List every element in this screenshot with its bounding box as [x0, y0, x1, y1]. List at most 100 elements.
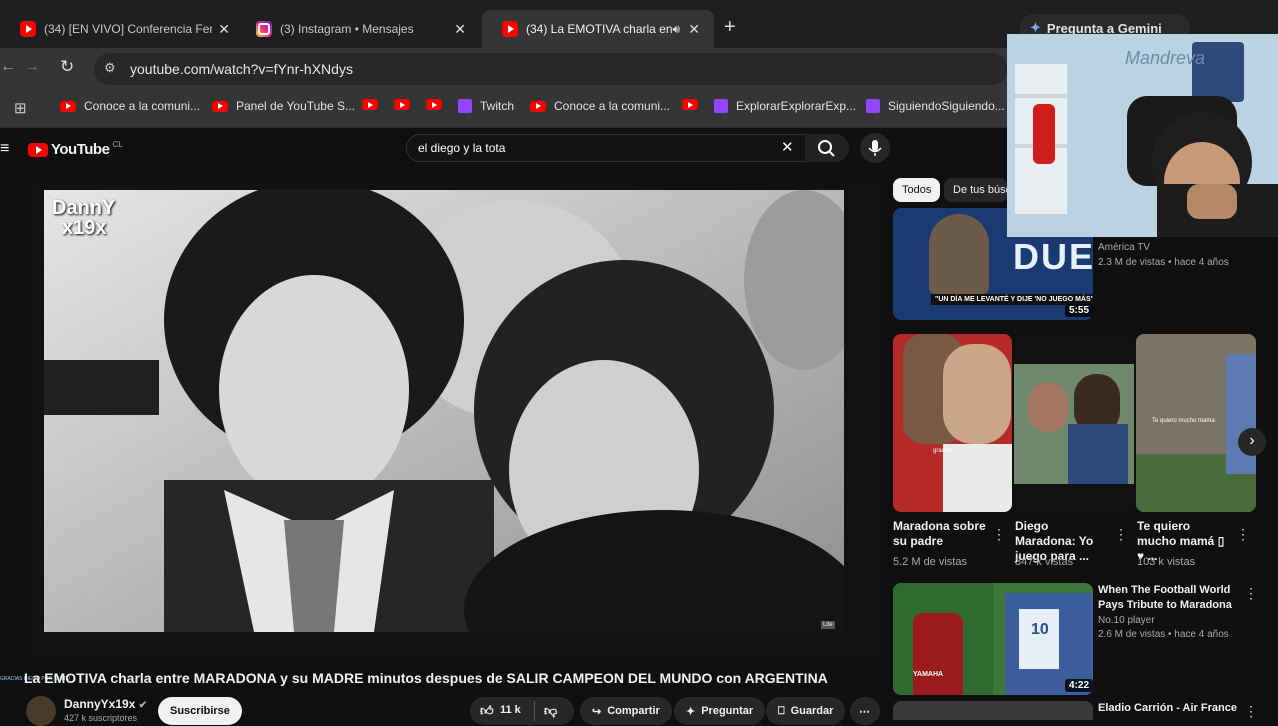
- share-icon: ↪: [592, 705, 602, 718]
- bookmark-item[interactable]: ExplorarExplorarExp...: [714, 99, 856, 113]
- like-dislike-group: 👍︎ 11 k 👎︎: [470, 697, 574, 725]
- bookmark-youtube-icon[interactable]: [362, 99, 386, 110]
- close-icon[interactable]: ✕: [454, 21, 466, 38]
- video-meta: 2.3 M de vistas • hace 4 años: [1098, 257, 1229, 268]
- search-input[interactable]: el diego y la tota ✕: [406, 134, 806, 162]
- subscribe-button[interactable]: Suscribirse: [158, 697, 242, 725]
- menu-icon[interactable]: ≡: [0, 140, 9, 158]
- corner-badge: Lite: [821, 621, 835, 629]
- sparkle-icon: ✦: [686, 705, 696, 718]
- more-icon: ⋯: [859, 705, 870, 718]
- video-title[interactable]: Eladio Carrión - Air France: [1098, 701, 1238, 716]
- like-count[interactable]: 11 k: [500, 704, 521, 716]
- bookmark-youtube-icon[interactable]: [426, 99, 450, 110]
- address-bar[interactable]: ⚙ youtube.com/watch?v=fYnr-hXNdys: [94, 53, 1008, 85]
- more-actions-button[interactable]: ⋯: [850, 697, 880, 725]
- bookmark-youtube-icon[interactable]: [682, 99, 706, 110]
- search-icon: [818, 140, 835, 157]
- close-icon[interactable]: ✕: [218, 21, 230, 38]
- clear-search-icon[interactable]: ✕: [781, 138, 794, 156]
- twitch-icon: [866, 99, 880, 113]
- search-button[interactable]: [805, 134, 849, 162]
- more-vert-icon[interactable]: ⋮: [1114, 526, 1128, 543]
- youtube-icon: [362, 99, 378, 110]
- youtube-icon: [28, 142, 48, 157]
- tab-conferencia[interactable]: (34) [EN VIVO] Conferencia Fern ✕: [0, 12, 244, 46]
- bookmark-item[interactable]: Conoce a la comuni...: [530, 99, 670, 113]
- youtube-icon: [212, 100, 228, 112]
- short-views: 5.2 M de vistas: [893, 556, 967, 568]
- forward-icon[interactable]: →: [24, 58, 40, 76]
- short-views: 347 k vistas: [1015, 556, 1074, 568]
- video-player[interactable]: DannY x19x Lite: [28, 180, 880, 658]
- ask-button[interactable]: ✦ Preguntar: [674, 697, 766, 725]
- apps-grid-icon[interactable]: ⊞: [14, 99, 27, 117]
- youtube-icon: [394, 99, 410, 110]
- youtube-icon: [426, 99, 442, 110]
- short-title[interactable]: Maradona sobre su padre: [893, 519, 989, 549]
- bookmark-item[interactable]: Panel de YouTube S...: [212, 99, 355, 113]
- save-button[interactable]: ⎕ Guardar: [766, 697, 846, 725]
- short-thumbnail[interactable]: [1014, 334, 1134, 512]
- video-thumbnail[interactable]: [893, 701, 1093, 720]
- tab-title: (34) La EMOTIVA charla entr: [526, 22, 672, 36]
- country-code: CL: [112, 140, 123, 149]
- video-title[interactable]: When The Football World Pays Tribute to …: [1098, 583, 1238, 613]
- next-arrow-icon[interactable]: ›: [1238, 428, 1266, 456]
- more-vert-icon[interactable]: ⋮: [1244, 703, 1258, 720]
- more-vert-icon[interactable]: ⋮: [1244, 585, 1258, 602]
- youtube-icon: [682, 99, 698, 110]
- more-vert-icon[interactable]: ⋮: [1236, 526, 1250, 543]
- video-channel[interactable]: América TV: [1098, 241, 1150, 255]
- divider: [534, 701, 535, 721]
- site-settings-icon[interactable]: ⚙: [104, 60, 116, 76]
- tab-emotiva[interactable]: (34) La EMOTIVA charla entr 🔊︎ ✕: [482, 10, 714, 48]
- youtube-icon: [60, 100, 76, 112]
- tab-title: (34) [EN VIVO] Conferencia Fern: [44, 22, 212, 36]
- new-tab-button[interactable]: +: [724, 16, 736, 39]
- chip-todos[interactable]: Todos: [893, 178, 941, 202]
- verified-icon: ✔: [138, 700, 148, 711]
- url-text: youtube.com/watch?v=fYnr-hXNdys: [130, 61, 353, 77]
- tab-title: (3) Instagram • Mensajes: [280, 22, 414, 36]
- video-duration: 4:22: [1065, 679, 1093, 692]
- video-channel[interactable]: No.10 player: [1098, 614, 1155, 628]
- channel-watermark: DannY x19x: [52, 197, 116, 239]
- bookmark-item[interactable]: SiguiendoSiguiendo...: [866, 99, 1005, 113]
- short-caption: Te quiero mucho mama: [1152, 418, 1215, 424]
- speaker-icon[interactable]: 🔊︎: [672, 22, 680, 37]
- youtube-logo[interactable]: YouTube CL: [28, 140, 123, 158]
- subscriber-count: 427 k suscriptores: [64, 713, 138, 723]
- bookmark-item[interactable]: Conoce a la comuni...: [60, 99, 200, 113]
- short-thumbnail[interactable]: Te quiero mucho mama: [1136, 334, 1256, 512]
- chip-de-tus-busquedas[interactable]: De tus búsq: [944, 178, 1008, 202]
- video-thumbnail[interactable]: YAMAHA 10 4:22: [893, 583, 1093, 695]
- webcam-overlay: Mandreva: [1007, 34, 1278, 237]
- tab-instagram[interactable]: (3) Instagram • Mensajes ✕: [236, 12, 480, 46]
- twitch-icon: [458, 99, 472, 113]
- search-query: el diego y la tota: [418, 141, 506, 155]
- channel-name[interactable]: DannyYx19x ✔: [64, 697, 147, 711]
- youtube-icon: [20, 21, 36, 37]
- close-icon[interactable]: ✕: [688, 21, 700, 38]
- short-caption: gracias: [933, 448, 953, 454]
- share-button[interactable]: ↪ Compartir: [580, 697, 672, 725]
- voice-search-button[interactable]: [860, 133, 890, 163]
- bookmark-youtube-icon[interactable]: [394, 99, 418, 110]
- jersey-text: YAMAHA: [913, 671, 944, 678]
- short-views: 103 k vistas: [1137, 556, 1196, 568]
- video-title: La EMOTIVA charla entre MARADONA y su MA…: [24, 670, 828, 686]
- channel-avatar[interactable]: [26, 696, 56, 726]
- short-thumbnail[interactable]: gracias: [893, 334, 1012, 512]
- more-vert-icon[interactable]: ⋮: [992, 526, 1006, 543]
- like-icon[interactable]: 👍︎: [480, 703, 494, 719]
- dislike-icon[interactable]: 👎︎: [544, 703, 557, 719]
- jersey-number: 10: [1031, 621, 1049, 638]
- reload-icon[interactable]: ↻: [60, 57, 74, 77]
- twitch-icon: [714, 99, 728, 113]
- back-icon[interactable]: ←: [0, 58, 16, 76]
- youtube-icon: [502, 21, 518, 37]
- youtube-logo-text: YouTube: [51, 141, 110, 158]
- bookmark-item[interactable]: Twitch: [458, 99, 514, 113]
- video-meta: 2.6 M de vistas • hace 4 años: [1098, 629, 1229, 640]
